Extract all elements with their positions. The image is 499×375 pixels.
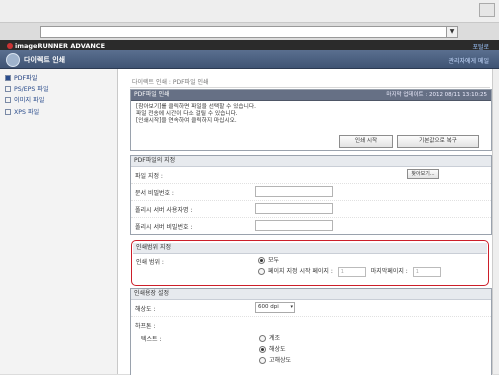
browser-top-strip — [0, 0, 499, 23]
sidebar-item-label: PDF파일 — [14, 75, 38, 82]
instruction-line: [참아보기]를 클릭하면 파일을 선택할 수 있습니다. — [136, 104, 256, 110]
reset-defaults-button[interactable]: 기본값으로 복구 — [397, 135, 479, 148]
doc-password-label: 문서 비밀번호 : — [135, 190, 174, 197]
sidebar: PDF파일 PS/EPS 파일 이미지 파일 XPS 파일 — [0, 69, 118, 374]
radio-icon[interactable] — [259, 357, 266, 364]
divider — [130, 87, 490, 88]
sidebar-item-label: 이미지 파일 — [14, 97, 45, 104]
doc-password-row: 문서 비밀번호 : — [131, 183, 491, 201]
policy-user-label: 폴리시 서버 사용자명 : — [135, 207, 193, 214]
page-titlebar: 다이렉트 인쇄 관리자에게 메일 — [0, 50, 499, 69]
sidebar-item-image[interactable]: 이미지 파일 — [5, 95, 44, 104]
policy-user-input[interactable] — [255, 203, 333, 214]
file-section: PDF파일의 지정 파일 지정 : 찾아보기... 문서 비밀번호 : 폴리시 … — [130, 155, 492, 235]
policy-user-row: 폴리시 서버 사용자명 : — [131, 200, 491, 218]
browser-menu-button[interactable] — [479, 3, 495, 17]
radio-icon[interactable] — [259, 335, 266, 342]
brand-logo: imageRUNNER ADVANCE — [7, 42, 105, 50]
chevron-down-icon: ▾ — [290, 304, 293, 310]
halftone-label: 하프톤 : — [135, 323, 156, 330]
option-label: 해상도 — [269, 346, 286, 353]
browser-window: ▼ imageRUNNER ADVANCE 포털로 다이렉트 인쇄 관리자에게 … — [0, 0, 499, 375]
file-row: 파일 지정 : 찾아보기... — [131, 166, 491, 184]
doc-password-input[interactable] — [255, 186, 333, 197]
print-section-title: PDF파일 인쇄 — [134, 91, 170, 98]
breadcrumb: 다이렉트 인쇄 : PDF파일 인쇄 — [132, 79, 209, 86]
sidebar-item-ps-eps[interactable]: PS/EPS 파일 — [5, 84, 49, 93]
instruction-line: 파일 전송에 시간이 다소 걸릴 수 있습니다. — [136, 111, 238, 117]
resolution-select[interactable]: 600 dpi ▾ — [255, 302, 295, 313]
settings-section: 인쇄용장 설정 해상도 : 600 dpi ▾ 하프톤 : 텍스트 : 계조 해… — [130, 288, 492, 375]
last-updated: 마지막 업데이트 : 2012 08/11 13:10:25 — [386, 92, 487, 98]
sidebar-item-label: XPS 파일 — [14, 109, 40, 116]
halftone-option-high-resolution[interactable]: 고해상도 — [259, 355, 291, 364]
address-dropdown-icon[interactable]: ▼ — [446, 27, 457, 37]
sidebar-item-xps[interactable]: XPS 파일 — [5, 107, 39, 116]
mail-admin-link[interactable]: 관리자에게 메일 — [448, 56, 489, 65]
resolution-value: 600 dpi — [258, 304, 279, 310]
print-instructions: [참아보기]를 클릭하면 파일을 선택할 수 있습니다. 파일 전송에 시간이 … — [136, 104, 256, 125]
sidebar-item-pdf[interactable]: PDF파일 — [5, 73, 37, 82]
instruction-line: [인쇄시작]을 연속하여 클릭하지 마십시오. — [136, 118, 237, 124]
address-bar[interactable]: ▼ — [40, 26, 458, 38]
canon-logo-icon — [7, 43, 13, 49]
page-title: 다이렉트 인쇄 — [24, 56, 66, 64]
option-label: 고해상도 — [269, 357, 292, 364]
app-header: imageRUNNER ADVANCE 포털로 — [0, 40, 499, 51]
policy-password-row: 폴리시 서버 비밀번호 : — [131, 217, 491, 234]
main-content: 다이렉트 인쇄 : PDF파일 인쇄 PDF파일 인쇄 마지막 업데이트 : 2… — [118, 69, 499, 375]
browse-button[interactable]: 찾아보기... — [407, 169, 439, 179]
radio-icon[interactable] — [259, 346, 266, 353]
bullet-icon — [5, 75, 11, 81]
print-section-header: PDF파일 인쇄 마지막 업데이트 : 2012 08/11 13:10:25 — [131, 90, 491, 101]
bullet-icon — [5, 97, 11, 103]
file-label: 파일 지정 : — [135, 173, 163, 180]
brand-text: imageRUNNER ADVANCE — [15, 42, 106, 50]
resolution-label: 해상도 : — [135, 306, 156, 313]
policy-password-input[interactable] — [255, 220, 333, 231]
highlight-box — [131, 240, 489, 286]
start-print-button[interactable]: 인쇄 시작 — [339, 135, 393, 148]
resolution-row: 해상도 : 600 dpi ▾ — [131, 299, 491, 317]
sidebar-item-label: PS/EPS 파일 — [14, 86, 49, 93]
policy-password-label: 폴리시 서버 비밀번호 : — [135, 224, 193, 231]
option-label: 계조 — [269, 335, 281, 342]
text-label: 텍스트 : — [141, 336, 162, 343]
halftone-option-gradation[interactable]: 계조 — [259, 333, 280, 342]
bullet-icon — [5, 109, 11, 115]
direct-print-icon — [6, 53, 20, 67]
halftone-option-resolution[interactable]: 해상도 — [259, 344, 286, 353]
print-section: PDF파일 인쇄 마지막 업데이트 : 2012 08/11 13:10:25 … — [130, 89, 492, 151]
scrollbar[interactable] — [492, 69, 499, 374]
bullet-icon — [5, 86, 11, 92]
